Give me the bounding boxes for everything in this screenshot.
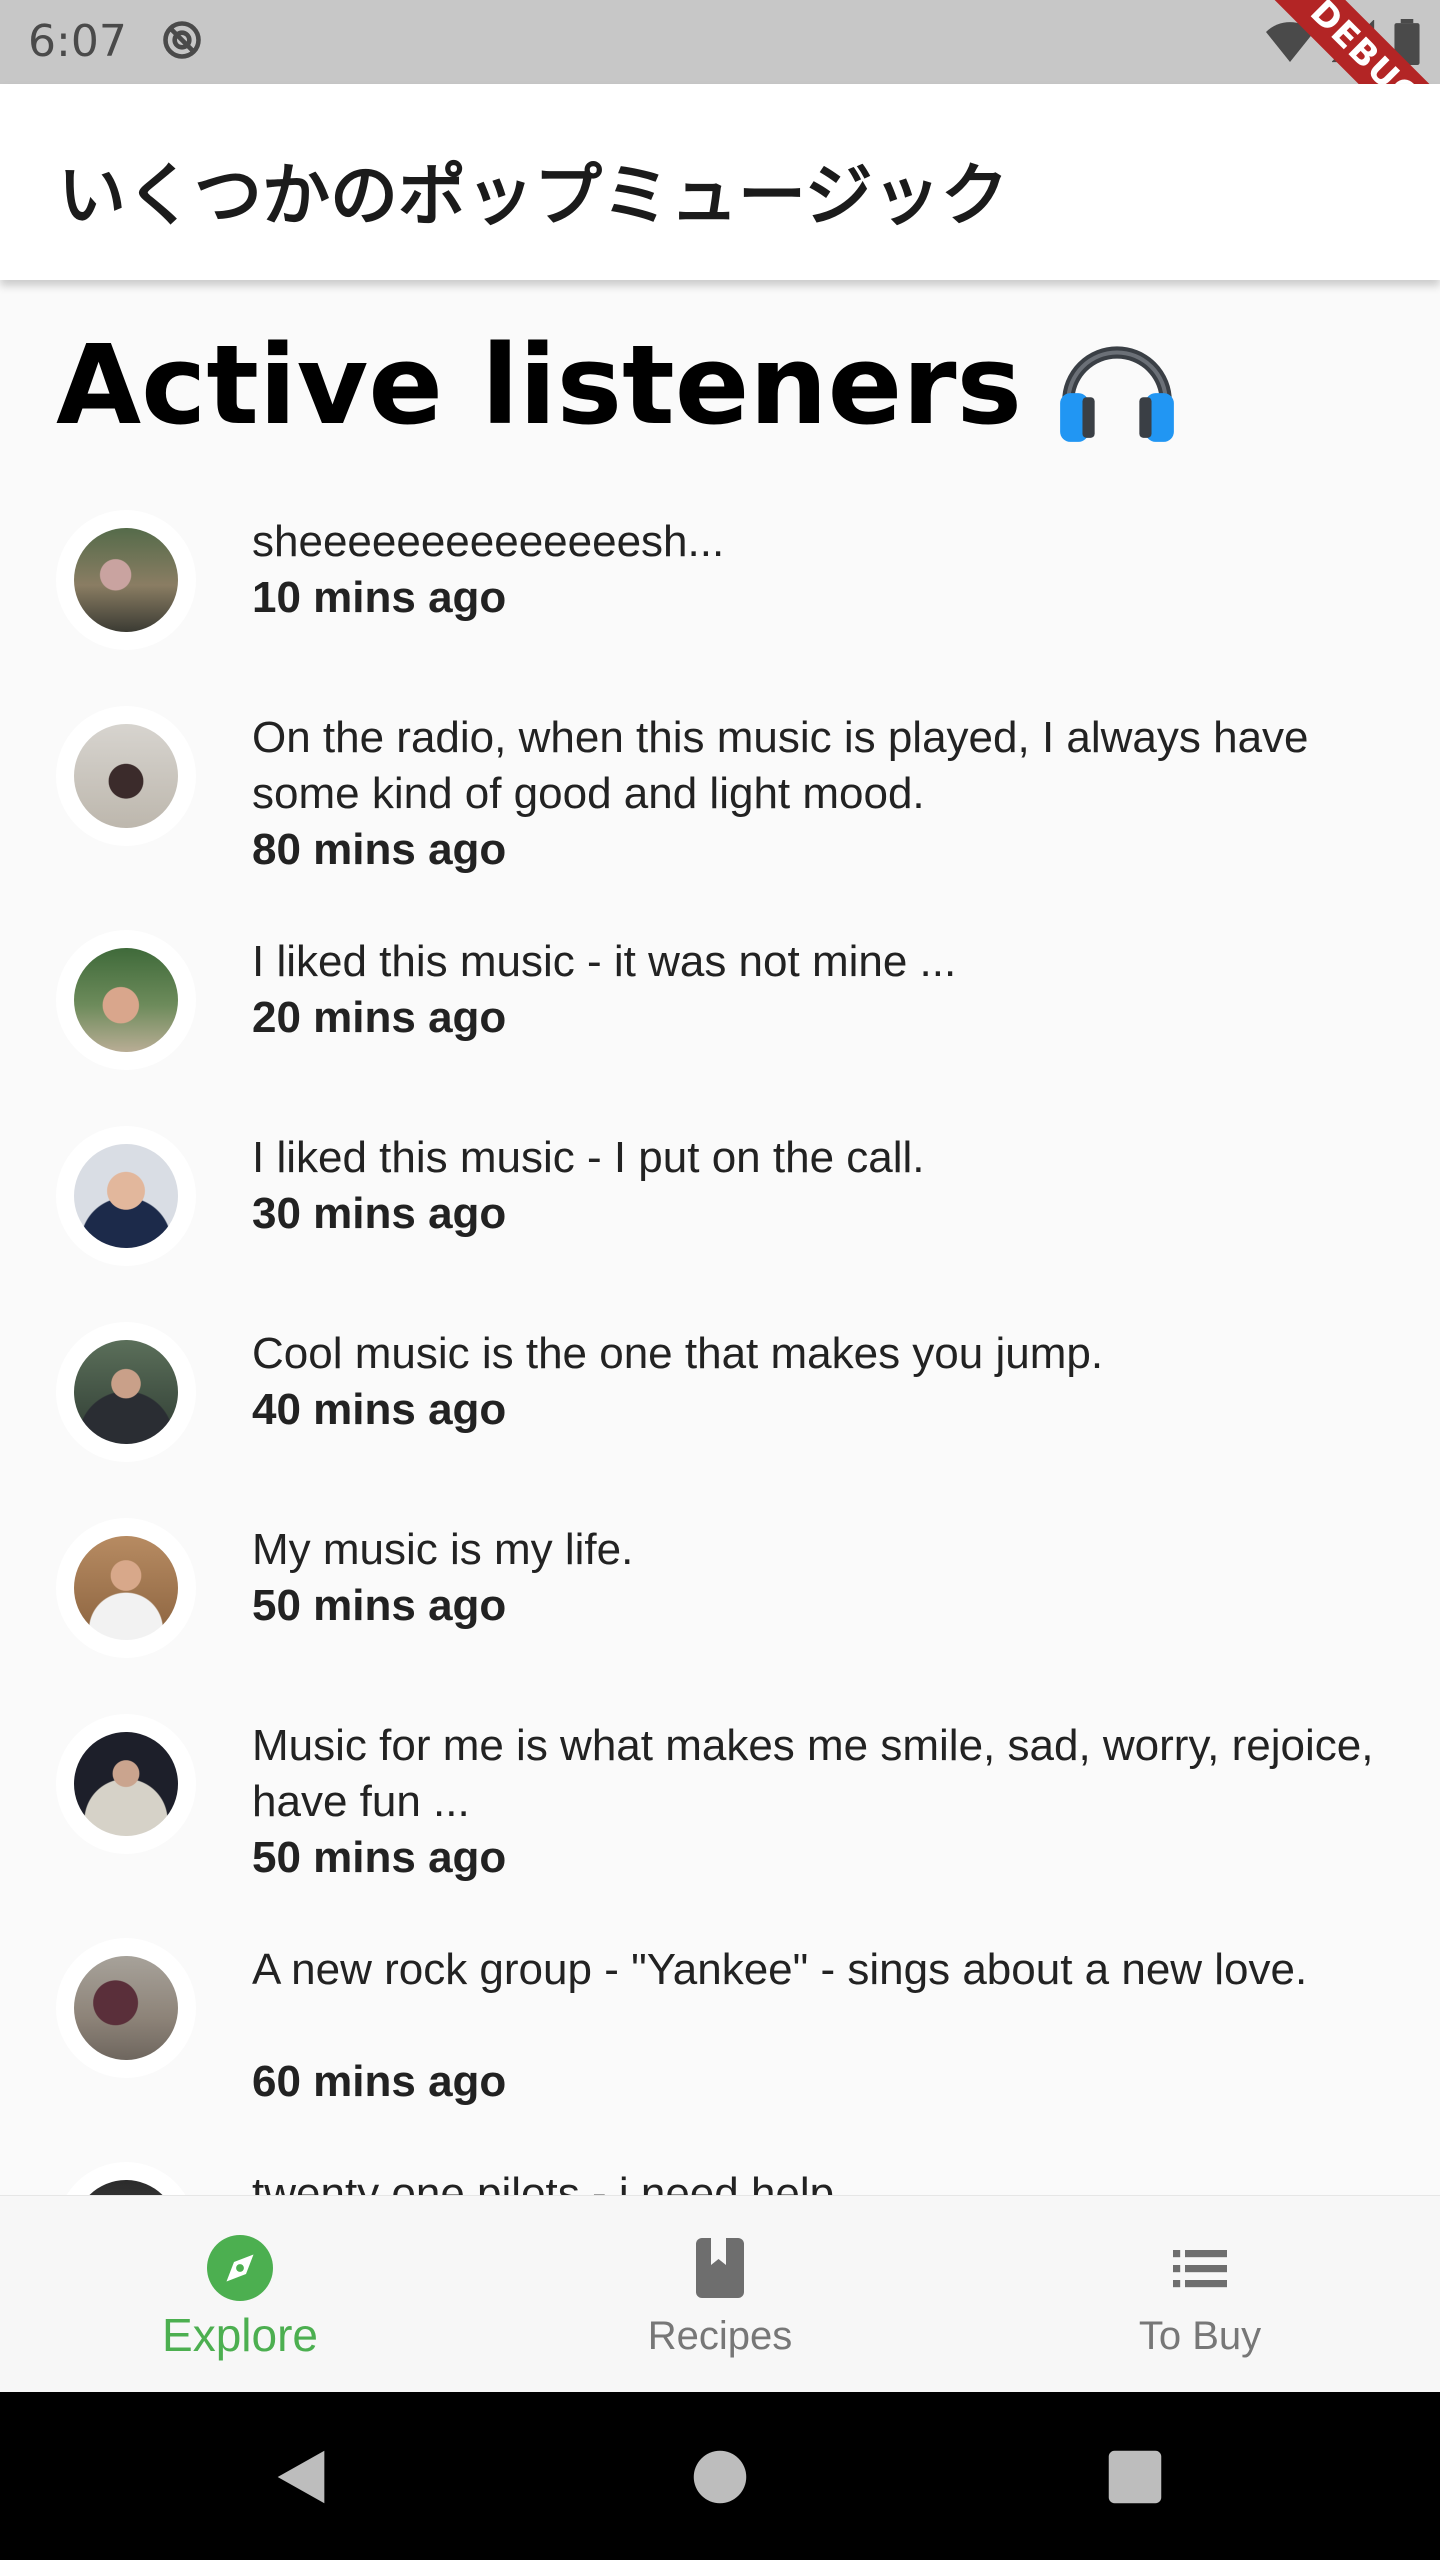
bottom-navigation: Explore Recipes To Buy — [0, 2195, 1440, 2393]
avatar[interactable] — [56, 1938, 196, 2078]
nav-explore-label: Explore — [162, 2309, 318, 2361]
nav-recipes[interactable]: Recipes — [480, 2196, 960, 2393]
avatar-photo — [74, 1956, 178, 2060]
avatar[interactable] — [56, 2162, 196, 2195]
avatar-photo — [74, 1340, 178, 1444]
nav-to-buy-label: To Buy — [1138, 2314, 1262, 2358]
list-icon — [1173, 2250, 1227, 2288]
avatar-photo — [74, 948, 178, 1052]
app-bar: いくつかのポップミュージック — [0, 84, 1440, 280]
comment-time: 40 mins ago — [252, 1385, 507, 1434]
headphones-icon — [1060, 346, 1174, 442]
comment-text: I liked this music - it was not mine ... — [252, 937, 957, 986]
nav-to-buy[interactable]: To Buy — [960, 2196, 1440, 2393]
home-icon[interactable] — [685, 2442, 755, 2512]
section-title: Active listeners — [56, 320, 1182, 450]
comment-text: Cool music is the one that makes you jum… — [252, 1329, 1104, 1378]
avatar[interactable] — [56, 1126, 196, 1266]
comment-text: Music for me is what makes me smile, sad… — [252, 1721, 1374, 1826]
book-icon — [696, 2238, 744, 2298]
avatar-photo — [74, 2180, 178, 2195]
compass-icon — [207, 2235, 273, 2301]
avatar[interactable] — [56, 1518, 196, 1658]
avatar[interactable] — [56, 706, 196, 846]
avatar[interactable] — [56, 1322, 196, 1462]
comment-time: 10 mins ago — [252, 573, 507, 622]
sync-icon — [163, 21, 201, 59]
avatar-photo — [74, 724, 178, 828]
avatar-photo — [74, 1144, 178, 1248]
comment-time: 20 mins ago — [252, 993, 507, 1042]
comment-time: 80 mins ago — [252, 825, 507, 874]
comment-text: sheeeeeeeeeeeeeesh... — [252, 517, 725, 566]
avatar[interactable] — [56, 1714, 196, 1854]
status-bar: 6:07 DEBUG — [0, 0, 1440, 169]
listeners-list[interactable]: Active listeners sheeeeeeeeeeeeeesh... 1… — [0, 280, 1440, 2195]
back-icon[interactable] — [266, 2442, 336, 2512]
comment-time: 50 mins ago — [252, 1581, 507, 1630]
comment-text: twenty one pilots - i need help — [252, 2169, 835, 2195]
nav-explore[interactable]: Explore — [0, 2196, 480, 2393]
avatar-photo — [74, 528, 178, 632]
avatar[interactable] — [56, 930, 196, 1070]
avatar[interactable] — [56, 510, 196, 650]
comment-time: 50 mins ago — [252, 1833, 507, 1882]
comment-text: I liked this music - I put on the call. — [252, 1133, 925, 1182]
comment-text: My music is my life. — [252, 1525, 634, 1574]
status-time: 6:07 — [28, 16, 127, 67]
comment-text: On the radio, when this music is played,… — [252, 713, 1309, 818]
avatar-photo — [74, 1732, 178, 1836]
section-title-text: Active listeners — [56, 321, 1022, 449]
nav-recipes-label: Recipes — [647, 2314, 793, 2358]
avatar-photo — [74, 1536, 178, 1640]
comment-text: A new rock group - "Yankee" - sings abou… — [252, 1945, 1308, 1994]
page-title: いくつかのポップミュージック — [58, 157, 1009, 236]
recents-icon[interactable] — [1100, 2442, 1170, 2512]
system-navigation-bar — [0, 2392, 1440, 2560]
comment-time: 30 mins ago — [252, 1189, 507, 1238]
comment-time: 60 mins ago — [252, 2057, 507, 2106]
